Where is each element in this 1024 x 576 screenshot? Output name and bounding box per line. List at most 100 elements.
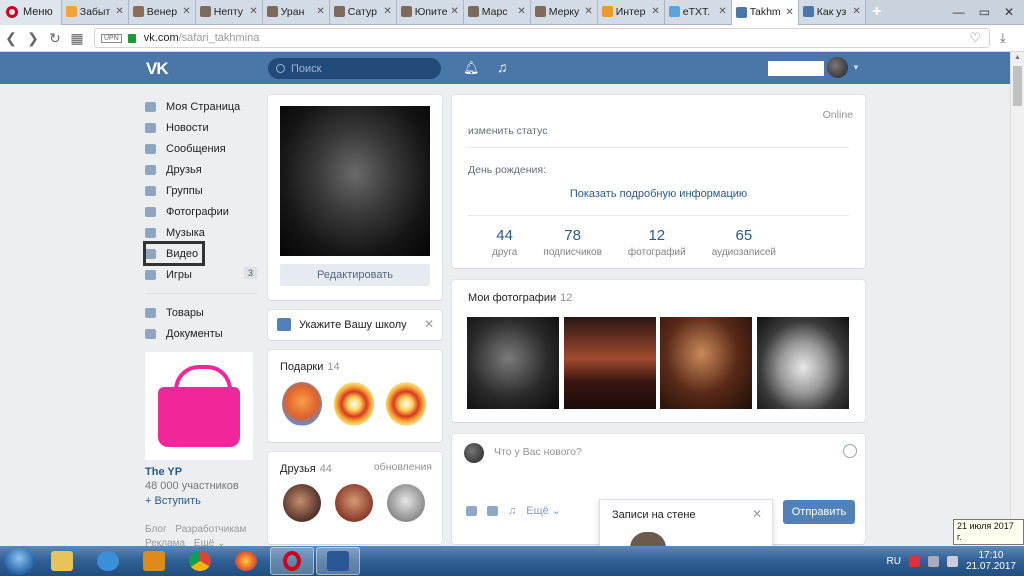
close-tab-icon[interactable]: ✕ [517, 6, 525, 17]
close-tab-icon[interactable]: ✕ [115, 6, 123, 17]
bookmark-heart-icon[interactable]: ♡ [969, 30, 981, 46]
close-tab-icon[interactable]: ✕ [718, 6, 726, 17]
ad-image[interactable] [145, 352, 253, 460]
friend-avatar[interactable] [335, 484, 373, 522]
opera-menu-button[interactable]: Меню [0, 0, 62, 25]
school-prompt-text[interactable]: Укажите Вашу школу [299, 319, 407, 331]
browser-tab[interactable]: Непту ✕ [195, 0, 263, 24]
change-status-link[interactable]: изменить статус [468, 125, 547, 137]
send-button[interactable]: Отправить [783, 500, 855, 524]
sidebar-item[interactable]: Друзья [145, 159, 257, 180]
maximize-icon[interactable]: ▭ [979, 5, 990, 19]
action-center-icon[interactable] [908, 555, 920, 567]
gift-item[interactable] [282, 382, 322, 426]
sidebar-item[interactable]: Сообщения [145, 138, 257, 159]
profile-counter[interactable]: 12 фотографий [628, 227, 686, 258]
gift-item[interactable] [386, 382, 426, 426]
photo-attach-icon[interactable] [466, 505, 477, 516]
music-player-icon[interactable]: ♫ [497, 59, 508, 75]
close-tab-icon[interactable]: ✕ [182, 6, 190, 17]
chevron-down-icon[interactable]: ▼ [852, 63, 860, 72]
sidebar-item[interactable]: Документы [145, 323, 257, 344]
minimize-icon[interactable]: — [953, 5, 965, 19]
post-input[interactable]: Что у Вас нового? [494, 446, 582, 458]
join-link[interactable]: + Вступить [145, 495, 253, 507]
ad-title[interactable]: The YP [145, 466, 253, 478]
close-tab-icon[interactable]: ✕ [584, 6, 592, 17]
volume-icon[interactable] [946, 555, 958, 567]
close-tab-icon[interactable]: ✕ [316, 6, 324, 17]
browser-tab[interactable]: Мерку ✕ [530, 0, 598, 24]
taskbar-opera[interactable] [270, 547, 314, 575]
close-tab-icon[interactable]: ✕ [249, 6, 257, 17]
music-attach-icon[interactable]: ♫ [508, 505, 516, 517]
profile-photo[interactable] [280, 106, 430, 256]
url-field[interactable]: UPN vk.com /safari_takhmina ♡ [94, 28, 990, 48]
emoji-icon[interactable] [843, 444, 857, 458]
video-attach-icon[interactable] [487, 505, 498, 516]
back-icon[interactable]: ❮ [0, 30, 22, 47]
profile-counter[interactable]: 78 подписчиков [543, 227, 602, 258]
taskbar-word[interactable] [316, 547, 360, 575]
browser-tab[interactable]: Марс ✕ [463, 0, 531, 24]
language-indicator[interactable]: RU [886, 556, 900, 567]
photo-thumbnail[interactable] [467, 317, 559, 409]
browser-tab[interactable]: Забыт ✕ [61, 0, 129, 24]
sidebar-item[interactable]: Новости [145, 117, 257, 138]
browser-tab[interactable]: Венер ✕ [128, 0, 196, 24]
my-photos-title[interactable]: Мои фотографии 12 [468, 292, 572, 304]
speed-dial-icon[interactable]: ▦ [66, 30, 88, 47]
close-tab-icon[interactable]: ✕ [450, 6, 458, 17]
sidebar-item[interactable]: Моя Страница [145, 96, 257, 117]
taskbar-ie[interactable] [86, 547, 130, 575]
reload-icon[interactable]: ↻ [44, 30, 66, 47]
gifts-title[interactable]: Подарки 14 [280, 361, 340, 373]
profile-counter[interactable]: 65 аудиозаписей [712, 227, 776, 258]
footer-dev-link[interactable]: Разработчикам [175, 524, 246, 535]
sidebar-item[interactable]: Товары [145, 302, 257, 323]
taskbar-chrome[interactable] [178, 547, 222, 575]
new-tab-button[interactable]: + [866, 3, 888, 21]
page-scrollbar[interactable]: ▲ [1010, 52, 1024, 544]
sidebar-item[interactable]: Музыка [145, 222, 257, 243]
network-icon[interactable] [927, 555, 939, 567]
photo-thumbnail[interactable] [660, 317, 752, 409]
close-tab-icon[interactable]: ✕ [852, 6, 860, 17]
vpn-badge[interactable]: UPN [101, 33, 122, 43]
close-window-icon[interactable]: ✕ [1004, 5, 1014, 19]
scrollbar-thumb[interactable] [1013, 66, 1022, 106]
clock[interactable]: 17:10 21.07.2017 [966, 550, 1016, 572]
gift-item[interactable] [334, 382, 374, 426]
taskbar-firefox[interactable] [224, 547, 268, 575]
edit-profile-button[interactable]: Редактировать [280, 264, 430, 286]
close-tab-icon[interactable]: ✕ [785, 7, 793, 18]
photo-thumbnail[interactable] [564, 317, 656, 409]
browser-tab[interactable]: Как уз ✕ [798, 0, 866, 24]
browser-tab[interactable]: Интер ✕ [597, 0, 665, 24]
friend-avatar[interactable] [283, 484, 321, 522]
show-more-info-link[interactable]: Показать подробную информацию [452, 188, 865, 200]
download-icon[interactable]: ⤓ [1000, 30, 1006, 46]
close-tab-icon[interactable]: ✕ [383, 6, 391, 17]
profile-counter[interactable]: 44 друга [492, 227, 517, 258]
sidebar-item[interactable]: Игры 3 [145, 264, 257, 285]
friends-title[interactable]: Друзья 44 [280, 463, 332, 475]
search-input[interactable]: Поиск [268, 58, 441, 79]
sidebar-item[interactable]: Видео [143, 241, 205, 266]
sidebar-item[interactable]: Группы [145, 180, 257, 201]
close-icon[interactable]: ✕ [752, 507, 762, 521]
browser-tab[interactable]: Уран ✕ [262, 0, 330, 24]
taskbar-explorer[interactable] [40, 547, 84, 575]
scroll-up-icon[interactable]: ▲ [1014, 54, 1021, 61]
more-attach-link[interactable]: Ещё ⌄ [526, 504, 561, 517]
user-name-box[interactable] [768, 61, 824, 76]
browser-tab[interactable]: Takhm ✕ [731, 0, 799, 25]
lock-icon[interactable] [127, 33, 136, 43]
browser-tab[interactable]: Сатур ✕ [329, 0, 397, 24]
close-tab-icon[interactable]: ✕ [651, 6, 659, 17]
close-icon[interactable]: ✕ [424, 317, 434, 331]
browser-tab[interactable]: Юпите ✕ [396, 0, 464, 24]
notifications-bell-icon[interactable]: 🔔︎ [463, 60, 480, 76]
community-ad[interactable]: The YP 48 000 участников + Вступить [145, 352, 253, 507]
footer-blog-link[interactable]: Блог [145, 524, 167, 535]
